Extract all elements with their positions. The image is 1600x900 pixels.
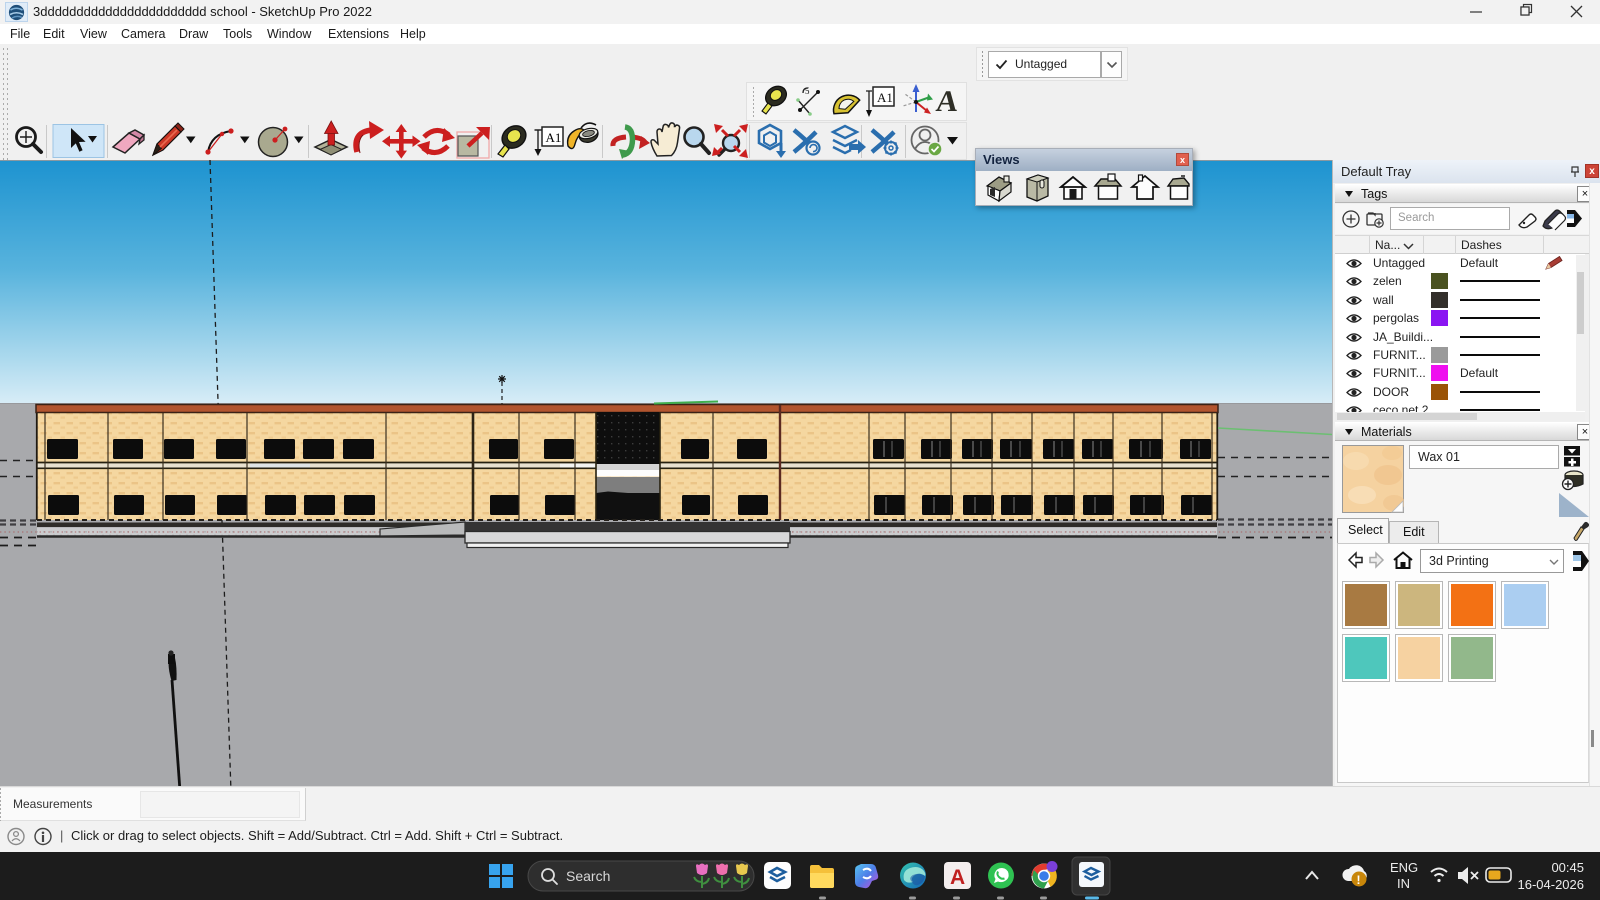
svg-text:!: ! <box>1357 873 1361 887</box>
svg-text:IN: IN <box>1397 876 1410 891</box>
svg-text:A: A <box>950 866 965 889</box>
svg-text:Search: Search <box>566 868 610 884</box>
svg-text:00:45: 00:45 <box>1551 860 1584 875</box>
svg-text:16-04-2026: 16-04-2026 <box>1518 877 1585 892</box>
svg-text:ENG: ENG <box>1390 860 1418 875</box>
svg-text:A1: A1 <box>546 130 562 145</box>
